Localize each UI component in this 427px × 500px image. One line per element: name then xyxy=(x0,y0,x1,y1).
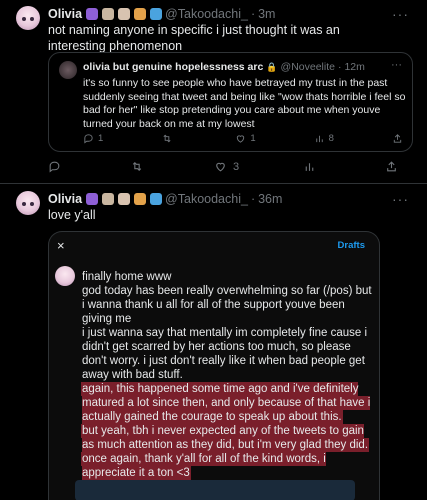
author-handle[interactable]: @Takoodachi_ xyxy=(165,7,248,21)
planet-emoji-icon xyxy=(134,193,147,205)
reply-icon xyxy=(84,134,93,144)
separator-dot: · xyxy=(250,7,256,21)
avatar[interactable] xyxy=(59,61,77,79)
tweet[interactable]: Olivia @Takoodachi_ · 36m ··· love y'all… xyxy=(0,185,427,500)
quoted-tweet-text: it's so funny to see people who have bet… xyxy=(83,77,406,130)
draft-line-highlighted: but yeah, tbh i never expected any of th… xyxy=(82,425,369,451)
octopus-emoji-icon xyxy=(86,193,99,205)
retweet-icon xyxy=(133,161,142,172)
quoted-tweet-header: olivia but genuine hopelessness arc 🔒 @N… xyxy=(83,61,365,73)
share-button[interactable] xyxy=(392,133,403,144)
views-button[interactable] xyxy=(303,160,322,173)
avatar[interactable] xyxy=(16,6,40,30)
tweet-text: not naming anyone in specific i just tho… xyxy=(48,23,340,53)
more-dots-icon[interactable]: ··· xyxy=(391,59,402,71)
card-emoji-icon xyxy=(118,8,131,20)
reply-count: 1 xyxy=(98,133,104,144)
share-icon xyxy=(387,161,396,172)
share-icon xyxy=(393,134,402,143)
views-icon xyxy=(315,135,323,143)
separator-dot: · xyxy=(250,192,256,206)
like-count: 3 xyxy=(232,160,240,173)
avatar[interactable] xyxy=(16,191,40,215)
timestamp[interactable]: 3m xyxy=(258,7,275,21)
card-emoji-icon xyxy=(118,193,131,205)
separator-dot: · xyxy=(337,61,342,73)
timestamp[interactable]: 12m xyxy=(344,61,364,73)
timestamp[interactable]: 36m xyxy=(258,192,282,206)
person-emoji-icon xyxy=(102,8,115,20)
attached-screenshot[interactable]: × Drafts finally home www god today has … xyxy=(48,231,380,500)
octopus-emoji-icon xyxy=(86,8,99,20)
author-name[interactable]: Olivia xyxy=(48,192,82,206)
tweet-header: Olivia @Takoodachi_ · 36m xyxy=(48,191,282,207)
author-name[interactable]: olivia but genuine hopelessness arc xyxy=(83,61,263,73)
tweet[interactable]: Olivia @Takoodachi_ · 3m ··· not naming … xyxy=(0,0,427,184)
close-icon: × xyxy=(57,238,65,253)
retweet-icon xyxy=(163,134,171,143)
avatar xyxy=(55,266,75,286)
reply-button[interactable] xyxy=(48,160,67,173)
like-button[interactable]: 3 xyxy=(214,160,239,173)
like-count: 1 xyxy=(250,133,256,144)
views-icon xyxy=(305,163,313,171)
quoted-tweet-actions: 1 1 8 xyxy=(83,133,403,144)
sparkle-emoji-icon xyxy=(150,8,163,20)
sparkle-emoji-icon xyxy=(150,193,163,205)
author-handle[interactable]: @Takoodachi_ xyxy=(165,192,248,206)
more-dots-icon[interactable]: ··· xyxy=(392,6,409,22)
author-name[interactable]: Olivia xyxy=(48,7,82,21)
retweet-button[interactable] xyxy=(130,160,150,173)
tweet-text: love y'all xyxy=(48,208,96,222)
like-button[interactable]: 1 xyxy=(235,133,256,144)
drafts-link: Drafts xyxy=(337,240,365,251)
planet-emoji-icon xyxy=(134,8,147,20)
views-count: 8 xyxy=(328,133,334,144)
heart-icon xyxy=(237,135,245,143)
draft-text: finally home www god today has been real… xyxy=(82,270,375,480)
share-button[interactable] xyxy=(385,160,398,173)
draft-line: finally home www xyxy=(82,271,172,283)
reply-icon xyxy=(49,161,60,173)
heart-icon xyxy=(216,162,225,172)
retweet-button[interactable] xyxy=(161,133,177,144)
draft-line-highlighted: once again, thank y'all for all of the k… xyxy=(82,453,326,479)
compose-bar xyxy=(75,480,355,500)
draft-line-highlighted: again, this happened some time ago and i… xyxy=(82,383,371,423)
author-handle[interactable]: @Noveelite xyxy=(281,61,335,73)
more-dots-icon[interactable]: ··· xyxy=(392,191,409,207)
person-emoji-icon xyxy=(102,193,115,205)
draft-line: i just wanna say that mentally im comple… xyxy=(82,327,368,381)
draft-line: god today has been really overwhelming s… xyxy=(82,285,372,325)
views-button[interactable]: 8 xyxy=(314,133,334,144)
tweet-actions: 3 xyxy=(48,160,398,173)
quoted-tweet[interactable]: olivia but genuine hopelessness arc 🔒 @N… xyxy=(48,52,413,152)
reply-button[interactable]: 1 xyxy=(83,133,103,144)
tweet-header: Olivia @Takoodachi_ · 3m xyxy=(48,6,275,22)
lock-icon: 🔒 xyxy=(266,61,278,72)
